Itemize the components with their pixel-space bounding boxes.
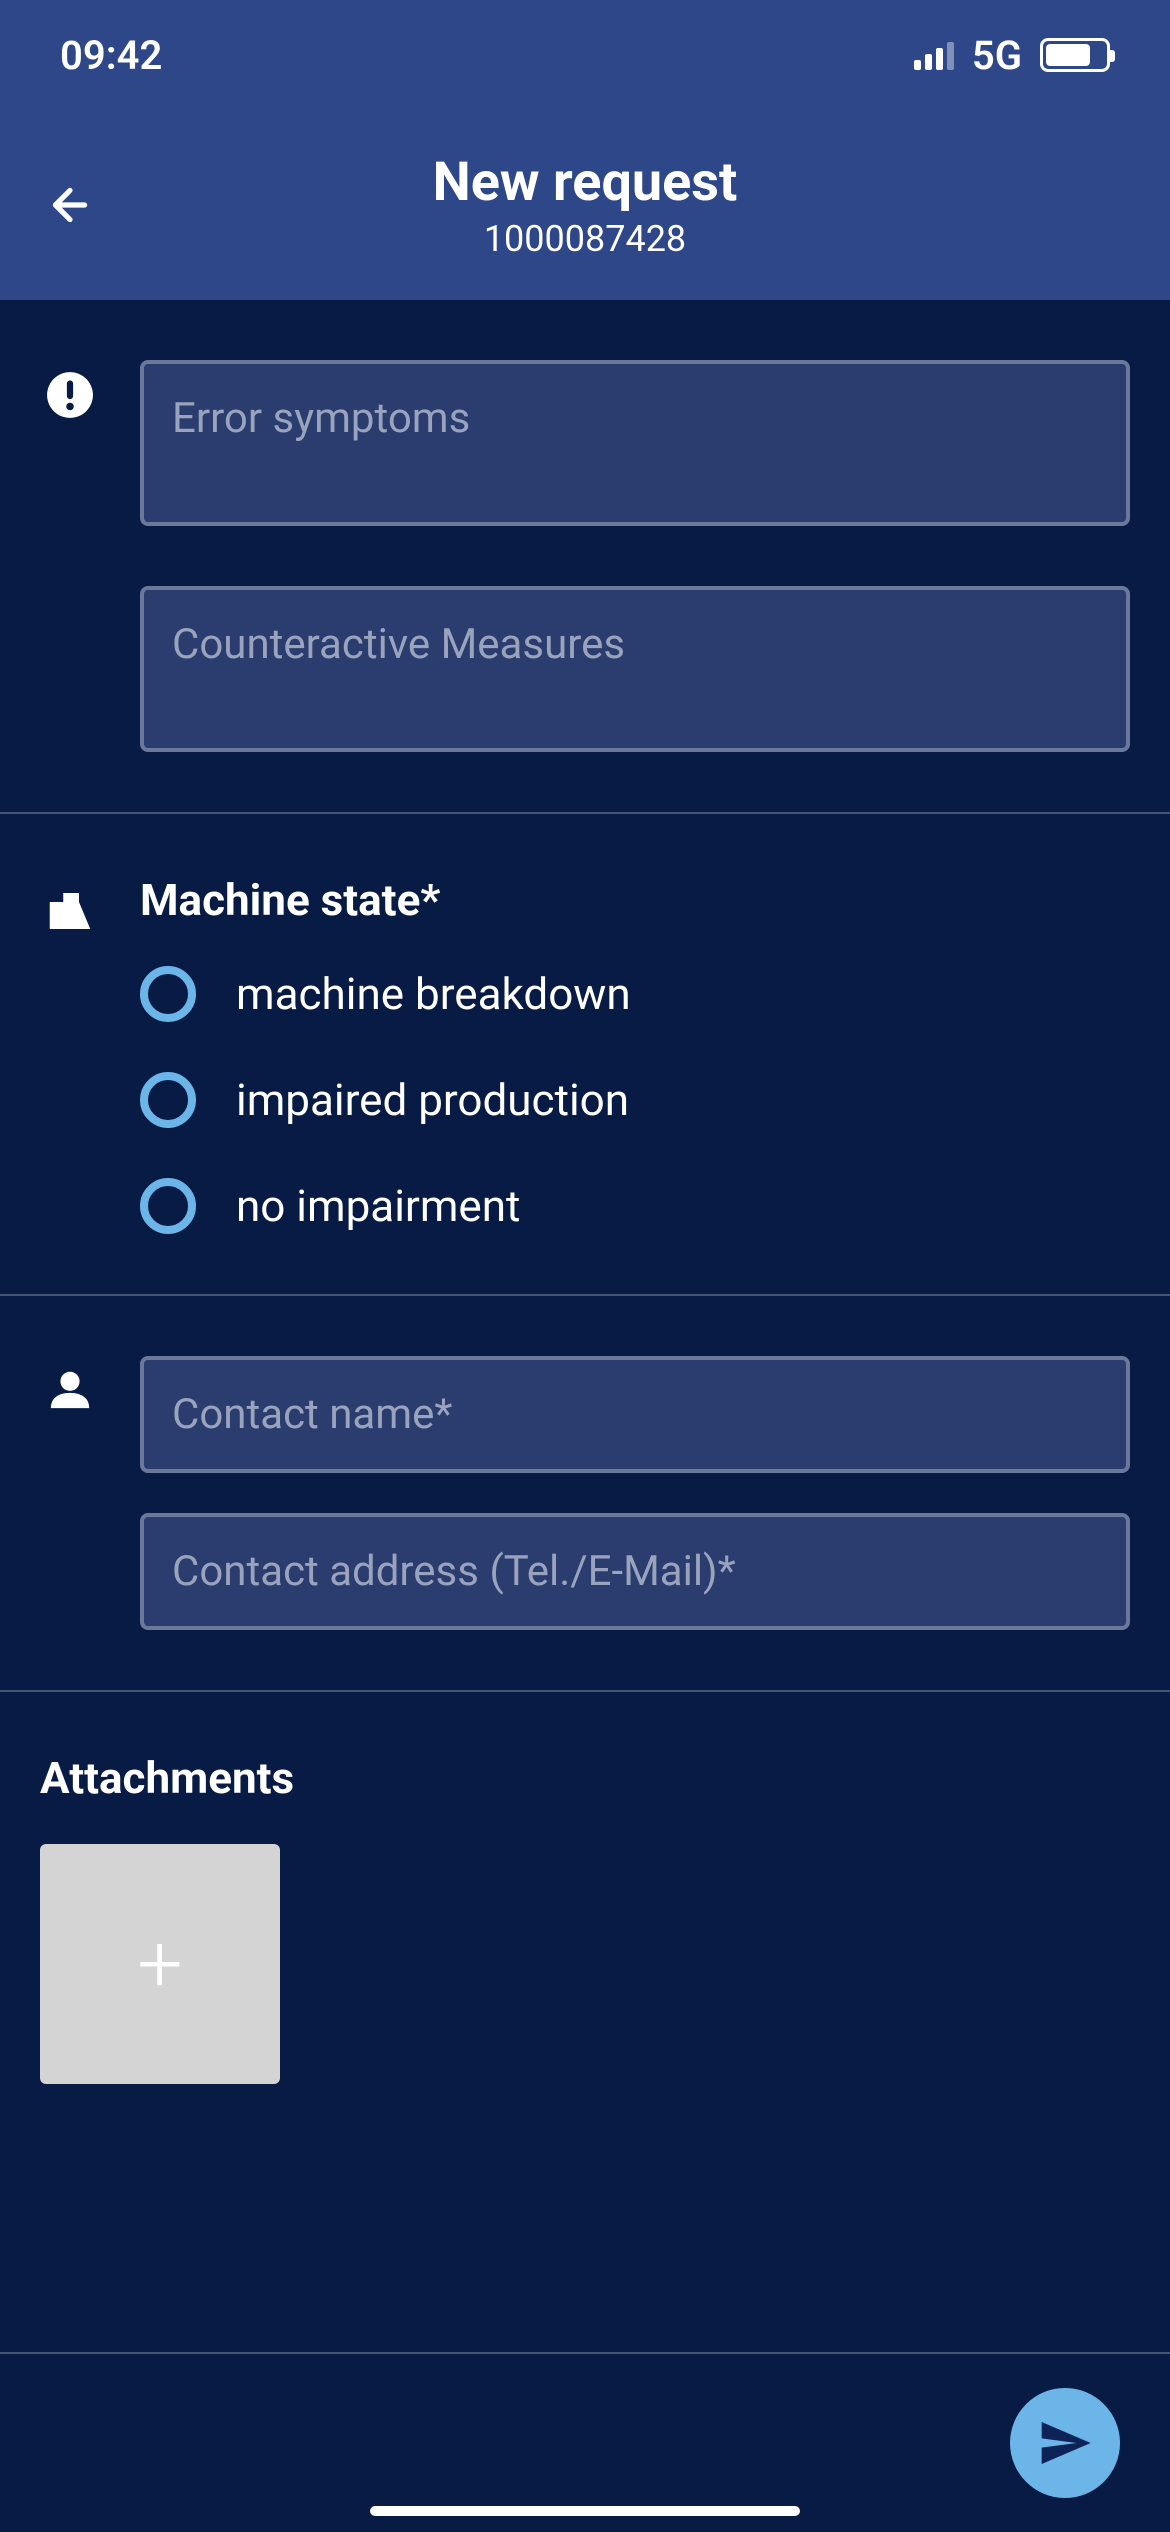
radio-impaired-production[interactable]: impaired production — [140, 1072, 1130, 1128]
radio-no-impairment[interactable]: no impairment — [140, 1178, 1130, 1234]
signal-icon — [914, 40, 954, 70]
send-button[interactable] — [1010, 2388, 1120, 2498]
section-error-info — [0, 300, 1170, 814]
machine-state-radio-group: machine breakdown impaired production no… — [140, 966, 1130, 1234]
counteractive-measures-input[interactable] — [140, 586, 1130, 752]
arrow-left-icon — [45, 180, 95, 230]
radio-circle-icon — [140, 966, 196, 1022]
alert-icon — [40, 360, 100, 752]
radio-label: machine breakdown — [236, 968, 631, 1020]
attachments-title: Attachments — [40, 1752, 1130, 1804]
bottom-bar — [0, 2352, 1170, 2532]
section-machine-state: Machine state* machine breakdown impaire… — [0, 814, 1170, 1296]
page-title: New request — [433, 151, 738, 214]
battery-icon — [1040, 38, 1110, 72]
machine-state-title: Machine state* — [140, 874, 1130, 926]
plus-icon: + — [137, 1917, 182, 2011]
radio-machine-breakdown[interactable]: machine breakdown — [140, 966, 1130, 1022]
section-contact — [0, 1296, 1170, 1692]
content-area: Machine state* machine breakdown impaire… — [0, 300, 1170, 2352]
back-button[interactable] — [40, 175, 100, 235]
add-attachment-button[interactable]: + — [40, 1844, 280, 2084]
status-bar: 09:42 5G — [0, 0, 1170, 110]
paper-plane-icon — [1037, 2415, 1093, 2471]
contact-name-input[interactable] — [140, 1356, 1130, 1473]
status-time: 09:42 — [60, 32, 162, 79]
radio-circle-icon — [140, 1072, 196, 1128]
radio-circle-icon — [140, 1178, 196, 1234]
app-header: New request 1000087428 — [0, 110, 1170, 300]
machine-icon — [40, 874, 100, 1234]
home-indicator — [370, 2506, 800, 2516]
error-symptoms-input[interactable] — [140, 360, 1130, 526]
network-label: 5G — [972, 32, 1022, 79]
radio-label: no impairment — [236, 1180, 520, 1232]
status-right: 5G — [914, 32, 1110, 79]
contact-address-input[interactable] — [140, 1513, 1130, 1630]
radio-label: impaired production — [236, 1074, 629, 1126]
page-subtitle: 1000087428 — [484, 218, 686, 260]
section-attachments: Attachments + — [0, 1692, 1170, 2144]
person-icon — [40, 1356, 100, 1630]
